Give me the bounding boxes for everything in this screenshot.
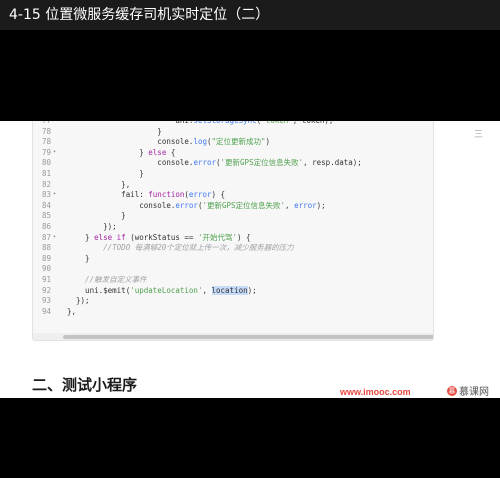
code-line: 85 }: [33, 210, 433, 221]
line-number: 83: [41, 190, 51, 200]
code-text: });: [67, 222, 117, 231]
line-number: 78: [41, 137, 51, 147]
code-text: },: [67, 306, 77, 316]
line-number: 79: [41, 147, 51, 157]
code-line: 78 }: [33, 126, 433, 137]
watermark-text: www.imooc.com: [340, 387, 411, 397]
window-title: 4-15 位置微服务缓存司机实时定位（二）: [9, 7, 270, 23]
code-line: 87 ▾ } else if (workStatus == '开始代驾') {: [33, 232, 433, 243]
code-line: 83 ▾ fail: function(error) {: [33, 189, 433, 200]
line-number: 80: [41, 158, 51, 168]
code-text: console.error('更新GPS定位信息失败', resp.data);: [67, 158, 362, 168]
fold-arrow-icon[interactable]: ▾: [53, 189, 56, 200]
brand-logo-area: 慕慕课网: [447, 383, 489, 398]
code-line: 94},: [33, 306, 433, 317]
code-line: 79 ▾ } else {: [33, 147, 433, 158]
fold-arrow-icon[interactable]: ▾: [53, 147, 56, 158]
code-line: 80 console.error('更新GPS定位信息失败', resp.dat…: [33, 157, 433, 168]
code-text: }: [67, 253, 90, 263]
line-number: 89: [41, 253, 51, 263]
code-text: fail: function(error) {: [67, 190, 226, 200]
line-number: 86: [41, 222, 51, 231]
code-line: 89 }: [33, 253, 433, 264]
code-text: });: [67, 296, 90, 306]
code-line: 90: [33, 263, 433, 274]
code-text: }: [67, 211, 126, 221]
code-line: 82 },: [33, 179, 433, 190]
line-number: 84: [41, 200, 51, 210]
code-line: 93 });: [33, 295, 433, 306]
line-number: 91: [41, 275, 51, 284]
brand-name: 慕课网: [459, 387, 489, 398]
line-number: 90: [41, 264, 51, 274]
fold-arrow-icon[interactable]: ▾: [53, 232, 56, 243]
document-page: 三 77 uni.setStorageSync('token', token);…: [0, 121, 500, 398]
code-text: console.error('更新GPS定位信息失败', error);: [67, 200, 326, 210]
section-heading: 二、测试小程序: [32, 376, 138, 394]
code-line: 84 console.error('更新GPS定位信息失败', error);: [33, 200, 433, 211]
line-number: 87: [41, 232, 51, 242]
code-line: 78 console.log("定位更新成功"): [33, 136, 433, 147]
code-line: 81 }: [33, 168, 433, 179]
code-text: uni.$emit('updateLocation', location);: [67, 285, 257, 295]
imooc-logo-icon: 慕: [447, 385, 457, 396]
line-number: 85: [41, 211, 51, 221]
code-text: console.log("定位更新成功"): [67, 137, 271, 147]
code-text: } else {: [67, 147, 176, 157]
code-text: } else if (workStatus == '开始代驾') {: [67, 232, 251, 242]
line-number: 88: [41, 243, 51, 253]
window-title-bar: 4-15 位置微服务缓存司机实时定位（二）: [0, 0, 500, 30]
code-text: },: [67, 179, 131, 189]
line-number: 81: [41, 169, 51, 178]
menu-icon[interactable]: 三: [474, 127, 483, 140]
line-number: 78: [41, 126, 51, 136]
code-text: }: [67, 126, 162, 136]
code-line: 92 uni.$emit('updateLocation', location)…: [33, 285, 433, 296]
code-line: 88 //TODO 每满够20个定位就上传一次，减少服务器的压力: [33, 242, 433, 253]
line-number: 93: [41, 296, 51, 306]
code-text: //TODO 每满够20个定位就上传一次，减少服务器的压力: [67, 243, 294, 253]
code-line: 86 });: [33, 221, 433, 232]
code-text: //触发自定义事件: [67, 275, 147, 284]
line-number: 82: [41, 179, 51, 189]
code-text: }: [67, 169, 144, 178]
code-block: 77 uni.setStorageSync('token', token);78…: [32, 121, 434, 341]
line-number: 92: [41, 285, 51, 295]
line-number: 94: [41, 306, 51, 316]
horizontal-scrollbar-thumb[interactable]: [63, 335, 433, 339]
code-line: 91 //触发自定义事件: [33, 274, 433, 285]
